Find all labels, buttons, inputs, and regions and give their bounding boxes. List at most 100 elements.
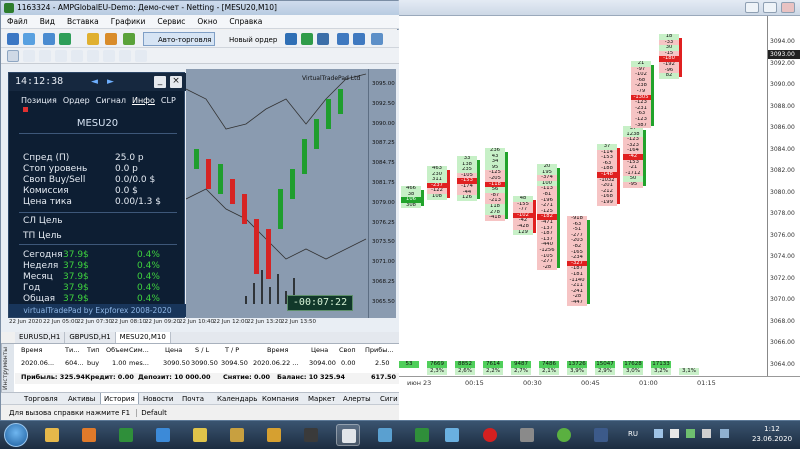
date-tick: 22 Jun 05:00 (43, 319, 78, 325)
auto-trading-label: Авто-торговля (158, 36, 212, 44)
menu-insert[interactable]: Вставка (61, 15, 105, 29)
next-arrow-icon[interactable]: ► (107, 77, 114, 87)
line-chart-icon[interactable] (317, 33, 329, 45)
tray-app-icon[interactable] (686, 429, 695, 438)
col-header[interactable]: Прибы... (365, 346, 394, 354)
task-app5-icon[interactable] (373, 424, 397, 446)
task-app7-icon[interactable] (515, 424, 539, 446)
task-app8-icon[interactable] (589, 424, 613, 446)
col-header[interactable]: Цена (165, 346, 182, 354)
task-tool-icon[interactable] (151, 424, 175, 446)
col-header[interactable]: Цена (311, 346, 328, 354)
volume-icon[interactable] (670, 429, 679, 438)
vertical-line-icon[interactable] (39, 50, 51, 62)
zoom-in-icon[interactable] (337, 33, 349, 45)
table-row[interactable]: 2020.06... 604... buy 1.00 mes... 3090.5… (15, 359, 399, 370)
footprint-candle-body (533, 200, 536, 234)
minimize-icon[interactable]: _ (154, 76, 166, 88)
task-explorer-icon[interactable] (40, 424, 64, 446)
navigator-icon[interactable] (123, 33, 135, 45)
channel-icon[interactable] (87, 50, 99, 62)
data-window-icon[interactable] (59, 33, 71, 45)
col-header[interactable]: Время (267, 346, 288, 354)
close-icon[interactable] (781, 2, 795, 13)
tab-info[interactable]: Инфо (132, 96, 155, 105)
task-app3-icon[interactable] (299, 424, 323, 446)
zoom-out-icon[interactable] (353, 33, 365, 45)
strategy-tester-icon[interactable] (87, 33, 99, 45)
trendline-icon[interactable] (71, 50, 83, 62)
menu-window[interactable]: Окно (191, 15, 223, 29)
task-utorrent-icon[interactable] (552, 424, 576, 446)
close-icon[interactable]: × (170, 76, 182, 88)
auto-trading-button[interactable]: Авто-торговля (143, 32, 216, 46)
taskbar-clock[interactable]: 1:12 23.06.2020 (748, 424, 796, 444)
col-header[interactable]: Тип (87, 346, 99, 354)
new-order-button[interactable]: Новый ордер (214, 32, 281, 46)
metaeditor-icon[interactable] (105, 33, 117, 45)
crosshair-icon[interactable] (23, 50, 35, 62)
fibonacci-icon[interactable] (103, 50, 115, 62)
start-button[interactable] (4, 423, 28, 447)
network-icon[interactable] (654, 429, 663, 438)
price-chart[interactable]: 3095.00 3092.50 3090.00 3087.25 3084.75 3081.… (186, 69, 396, 319)
pad-clock: 14:12:38 (15, 76, 64, 87)
col-header[interactable]: Сим... (129, 346, 149, 354)
language-indicator[interactable]: RU (628, 430, 638, 438)
tray-flag-icon[interactable] (702, 429, 711, 438)
text-tool-icon[interactable] (119, 50, 131, 62)
task-broom-icon[interactable] (225, 424, 249, 446)
col-header[interactable]: T / P (225, 346, 239, 354)
tile-windows-icon[interactable] (371, 33, 383, 45)
col-header[interactable]: S / L (195, 346, 209, 354)
candles-svg (186, 73, 367, 304)
cursor-icon[interactable] (7, 50, 19, 62)
tab-order[interactable]: Ордер (63, 96, 90, 105)
bar-chart-icon[interactable] (285, 33, 297, 45)
label-tool-icon[interactable] (135, 50, 147, 62)
col-header[interactable]: Объем (106, 346, 129, 354)
footprint-cell: -418 (485, 215, 505, 221)
time-tick: июн 23 (407, 379, 432, 387)
task-app2-icon[interactable] (262, 424, 286, 446)
profit-amount: 37.9$ (63, 261, 89, 271)
menu-file[interactable]: Файл (1, 15, 34, 29)
tab-gbpusd[interactable]: GBPUSD,H1 (65, 332, 116, 343)
footprint-window: 466 38 106 308 463 230 311 -237 -122 108 33 138 235-… (398, 0, 800, 420)
task-torrent-icon[interactable] (188, 424, 212, 446)
cell: 3090.50 (163, 359, 190, 367)
menu-charts[interactable]: Графики (105, 15, 152, 29)
task-media-icon[interactable] (77, 424, 101, 446)
prev-arrow-icon[interactable]: ◄ (91, 77, 98, 87)
price-tick: 3088.00 (770, 102, 795, 110)
menu-help[interactable]: Справка (223, 15, 268, 29)
price-tick: 3094.00 (770, 38, 795, 45)
menu-view[interactable]: Вид (34, 15, 61, 29)
minimize-icon[interactable] (745, 2, 759, 13)
new-chart-icon[interactable] (7, 33, 19, 45)
col-header[interactable]: Время (21, 346, 42, 354)
task-opera-icon[interactable] (478, 424, 502, 446)
task-app6-icon[interactable] (440, 424, 464, 446)
col-header[interactable]: Ти... (65, 346, 79, 354)
tab-mesu20[interactable]: MESU20,M10 (115, 332, 171, 343)
tab-signal[interactable]: Сигнал (96, 96, 126, 105)
date-tick: 22 Jun 08:10 (111, 319, 146, 325)
maximize-icon[interactable] (763, 2, 777, 13)
footprint-chart[interactable]: 466 38 106 308 463 230 311 -237 -122 108 33 138 235-… (399, 16, 769, 376)
tab-eurusd[interactable]: EURUSD,H1 (15, 332, 66, 343)
col-header[interactable]: Своп (339, 346, 356, 354)
chart-date-axis: 22 Jun 2020 22 Jun 05:00 22 Jun 07:30 22 Ju… (1, 318, 399, 327)
tray-show-icon[interactable] (720, 429, 729, 438)
market-watch-icon[interactable] (43, 33, 55, 45)
task-metatrader-icon[interactable] (410, 424, 434, 446)
tab-position[interactable]: Позиция (21, 96, 57, 105)
pad-symbol: MESU20 (76, 118, 119, 129)
date-tick: 22 Jun 2020 (9, 319, 43, 325)
horizontal-line-icon[interactable] (55, 50, 67, 62)
candles-icon[interactable] (301, 33, 313, 45)
task-app-icon[interactable] (114, 424, 138, 446)
task-app4-icon[interactable] (336, 424, 360, 446)
profiles-icon[interactable] (23, 33, 35, 45)
menu-tools[interactable]: Сервис (151, 15, 191, 29)
